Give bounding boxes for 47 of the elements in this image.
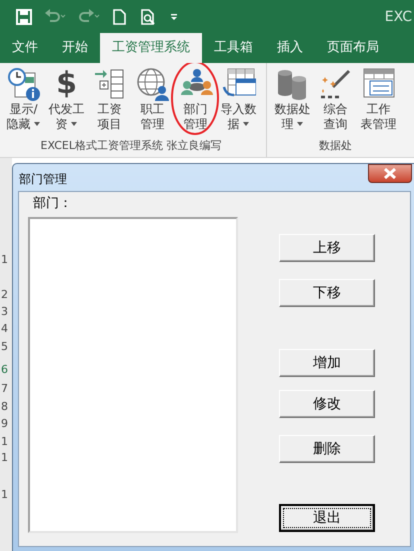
row-number: 2 — [1, 289, 8, 301]
ribbon-button[interactable]: $ 代发工 资 — [45, 63, 88, 137]
dollar-icon: $ — [56, 67, 77, 101]
list-label: 部门： — [32, 195, 73, 213]
group-label: EXCEL格式工资管理系统 张立良编写 — [40, 138, 222, 154]
dialog-title: 部门管理 — [18, 171, 67, 188]
dialog-button[interactable]: 上移 — [279, 234, 375, 262]
ribbon-button[interactable]: 数据处 理 — [271, 63, 314, 137]
ribbon-button[interactable]: 工资 项目 — [88, 63, 131, 137]
close-icon — [383, 168, 397, 179]
group-label: 数据处 — [318, 138, 353, 154]
dialog-button[interactable]: 下移 — [279, 279, 375, 307]
list-arrow-icon — [92, 67, 126, 101]
ribbon-tab[interactable]: 插入 — [265, 33, 315, 63]
row-number: 7 — [1, 383, 8, 395]
dialog-button[interactable]: 退出 — [279, 504, 375, 532]
ribbon-button[interactable]: 导入数 据 — [217, 63, 260, 137]
ribbon-button[interactable]: 职工 管理 — [131, 63, 174, 137]
ribbon-tab[interactable]: 开始 — [50, 33, 100, 63]
document-icon[interactable] — [112, 8, 128, 24]
dialog-button[interactable]: 修改 — [279, 390, 375, 418]
row-number: 1 — [1, 254, 8, 266]
row-number: 8 — [1, 401, 8, 413]
close-button[interactable] — [368, 164, 412, 183]
ribbon-button[interactable]: 显示/ 隐藏 — [2, 63, 45, 137]
dialog-button[interactable]: 删除 — [279, 435, 375, 463]
ribbon-button[interactable]: 综合 查询 — [314, 63, 357, 137]
magic-wand-icon — [318, 67, 352, 101]
globe-person-icon — [136, 67, 170, 101]
row-number: 1 — [1, 489, 8, 501]
dialog-button[interactable]: 增加 — [279, 349, 375, 377]
ribbon-tab[interactable]: 文件 — [0, 33, 50, 63]
row-number: 1 — [1, 436, 8, 448]
row-number: 6 — [1, 364, 8, 376]
row-number: 1 — [1, 452, 8, 464]
ribbon-tab[interactable]: 工具箱 — [202, 33, 265, 63]
save-icon[interactable] — [16, 8, 32, 24]
ribbon-tab[interactable]: 工资管理系统 — [100, 33, 202, 63]
row-number: 5 — [1, 341, 8, 353]
ribbon-button[interactable]: 工作 表管理 — [357, 63, 400, 137]
row-number: 9 — [1, 418, 8, 430]
row-number: 3 — [1, 306, 8, 318]
ribbon-tab[interactable]: 页面布局 — [315, 33, 391, 63]
app-title: EXC — [384, 8, 413, 24]
print-preview-icon[interactable] — [140, 8, 156, 24]
clock-info-icon — [6, 67, 40, 101]
row-number: 4 — [1, 323, 8, 335]
